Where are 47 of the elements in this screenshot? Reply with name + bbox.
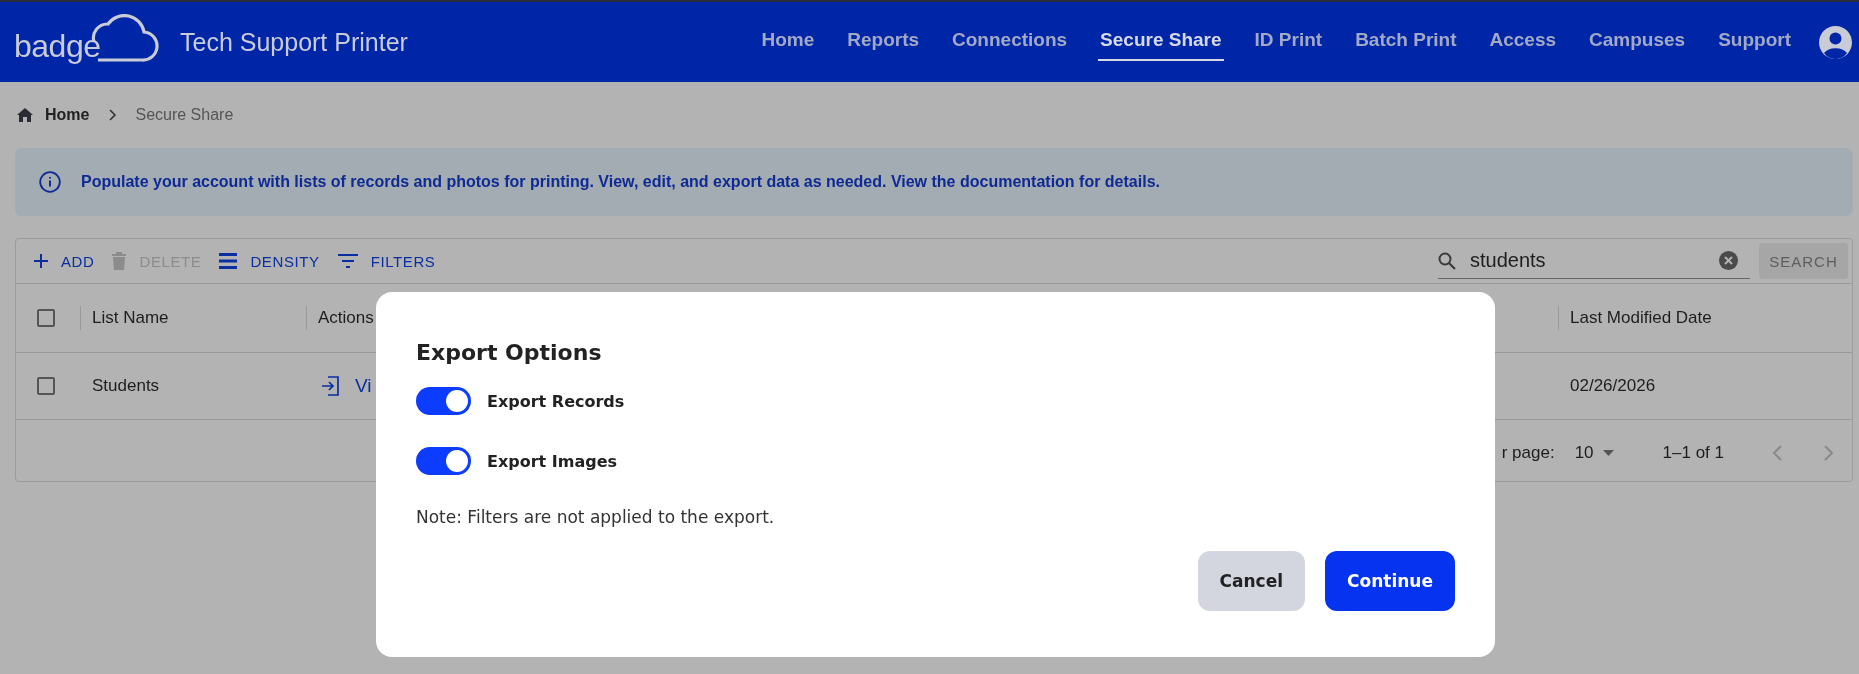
cancel-button[interactable]: Cancel	[1197, 551, 1306, 611]
toggle-label: Export Records	[487, 391, 625, 411]
density-icon	[219, 253, 238, 269]
note-text: Note: Filters are not applied to the export.	[416, 507, 776, 527]
table-cell: 02/26/2026	[1570, 376, 1656, 396]
toggle-switch[interactable]	[416, 447, 471, 475]
nav-tab[interactable]: Campuses	[1587, 23, 1688, 61]
info-icon	[39, 171, 61, 193]
enter-icon	[321, 376, 339, 396]
nav-tab[interactable]: Batch Print	[1353, 23, 1459, 61]
table-cell: Students	[92, 376, 160, 396]
continue-button[interactable]: Continue	[1325, 551, 1455, 611]
toolbar-button[interactable]: ADD	[28, 248, 101, 274]
nav-tab[interactable]: Reports	[845, 23, 922, 61]
nav-tab[interactable]: ID Print	[1252, 23, 1325, 61]
page-range: 1–1 of 1	[1662, 443, 1724, 463]
toolbar-button[interactable]: DENSITY	[213, 248, 326, 274]
column-header: Last Modified Date	[1570, 308, 1712, 328]
rows-per-page-label: r page:	[1501, 443, 1555, 463]
nav-tab[interactable]: Home	[759, 23, 817, 61]
trash-icon	[112, 252, 127, 270]
breadcrumb-link[interactable]: Home	[45, 106, 90, 124]
rows-per-page-select[interactable]: 10	[1574, 443, 1614, 463]
dialog-title: Export Options	[416, 340, 603, 365]
checkbox[interactable]	[37, 377, 55, 395]
filter-icon	[337, 254, 358, 268]
app-title: Tech Support Printer	[180, 27, 408, 57]
caret-down-icon	[1602, 450, 1614, 456]
nav-tab[interactable]: Secure Share	[1098, 23, 1224, 61]
toggle-switch[interactable]	[416, 387, 471, 415]
home-icon	[17, 108, 33, 122]
toolbar-button[interactable]: FILTERS	[331, 248, 442, 274]
nav-tab[interactable]: Access	[1487, 23, 1559, 61]
avatar-icon[interactable]	[1819, 25, 1852, 59]
nav-tab[interactable]: Support	[1716, 23, 1793, 61]
toggle-label: Export Images	[487, 451, 618, 471]
clear-icon[interactable]	[1719, 251, 1738, 270]
search-icon	[1438, 251, 1456, 270]
column-header: Actions	[318, 308, 374, 328]
view-link[interactable]: Vi	[321, 375, 372, 397]
nav-tab[interactable]: Connections	[950, 23, 1070, 61]
checkbox[interactable]	[37, 309, 55, 327]
column-header: List Name	[92, 308, 169, 328]
logo-text: badge	[14, 30, 101, 66]
info-text: Populate your account with lists of records and photos for printing. View, edit, and export data as needed. View the documentation for details.	[81, 173, 1160, 191]
plus-icon	[34, 254, 48, 268]
chevron-right-icon	[109, 109, 118, 121]
